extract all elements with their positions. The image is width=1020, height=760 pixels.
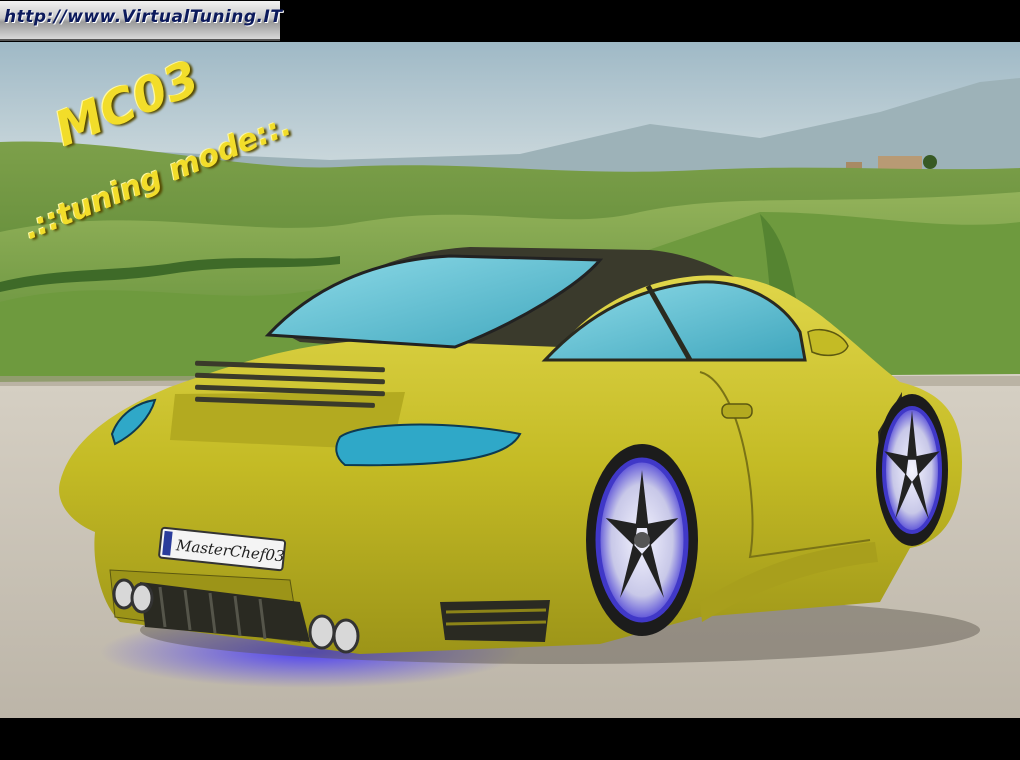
bottom-black-bar	[0, 718, 1020, 760]
scene-illustration: MasterChef03	[0, 42, 1020, 718]
rear-wheel	[586, 444, 698, 636]
url-banner: http://www.VirtualTuning.IT	[0, 1, 283, 41]
door-handle	[721, 403, 753, 419]
top-black-bar: http://www.VirtualTuning.IT	[0, 0, 1020, 42]
photo-scene: MasterChef03 MC03 .::tuning mode::.	[0, 42, 1020, 718]
front-wheel	[876, 394, 948, 546]
url-banner-text: http://www.VirtualTuning.IT	[4, 7, 283, 27]
bumper-vent	[440, 600, 550, 642]
